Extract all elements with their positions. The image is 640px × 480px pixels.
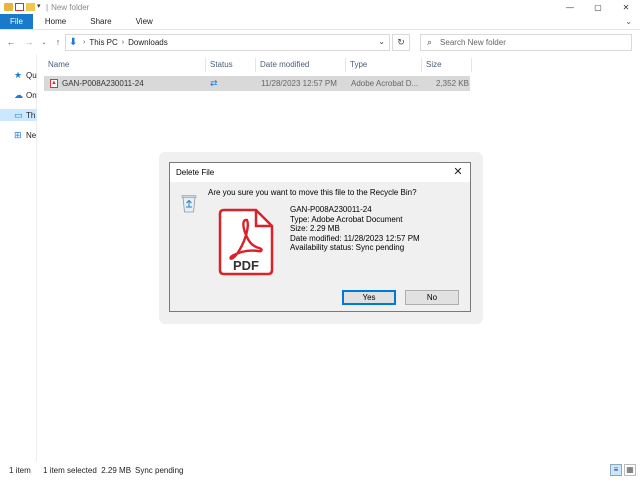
dialog-title: Delete File xyxy=(176,168,215,177)
properties-icon[interactable] xyxy=(15,3,24,11)
ribbon-tabs: File Home Share View ⌄ xyxy=(0,14,640,30)
expand-ribbon-icon[interactable]: ⌄ xyxy=(625,17,632,26)
nav-item-quick-access[interactable]: ★ Qu xyxy=(14,69,37,81)
details-view-icon[interactable]: ≡ xyxy=(610,464,622,476)
tab-share[interactable]: Share xyxy=(78,14,123,29)
no-button[interactable]: No xyxy=(405,290,459,305)
selection-info: 1 item selected 2.29 MB xyxy=(43,466,132,475)
sync-status: Sync pending xyxy=(135,466,184,475)
chevron-down-icon[interactable]: ⌄ xyxy=(378,37,385,46)
breadcrumb-downloads[interactable]: Downloads xyxy=(128,38,168,47)
detail-availability: Availability status: Sync pending xyxy=(290,243,405,253)
yes-button[interactable]: Yes xyxy=(342,290,396,305)
nav-item-label: Qu xyxy=(26,70,37,80)
arrow-left-icon: ← xyxy=(6,37,16,47)
detail-file-name: GAN-P008A230011-24 xyxy=(290,205,372,214)
tab-file[interactable]: File xyxy=(0,14,33,29)
breadcrumb-separator[interactable]: › xyxy=(122,39,124,46)
recent-locations-button[interactable]: ⌄ xyxy=(37,35,51,49)
window-controls: — ▢ ✕ xyxy=(556,0,640,14)
dialog-title-bar: Delete File ✕ xyxy=(170,163,470,182)
close-button[interactable]: ✕ xyxy=(612,0,640,14)
list-header: Name Status Date modified Type Size xyxy=(44,58,474,72)
nav-item-label: Th xyxy=(26,110,36,120)
customize-toolbar-icon[interactable]: ▾ xyxy=(37,3,43,11)
downloads-icon: ⬇ xyxy=(69,36,78,48)
title-separator: | xyxy=(46,2,49,12)
chevron-down-icon: ⌄ xyxy=(41,39,47,46)
arrow-up-icon: ↑ xyxy=(55,37,61,47)
dialog-close-button[interactable]: ✕ xyxy=(450,165,466,179)
title-bar: ▾ | New folder — ▢ ✕ xyxy=(0,0,640,14)
nav-item-label: On xyxy=(26,90,37,100)
breadcrumb-separator[interactable]: › xyxy=(83,39,85,46)
column-type[interactable]: Type xyxy=(346,58,422,72)
tab-home[interactable]: Home xyxy=(33,14,78,29)
tab-view[interactable]: View xyxy=(124,14,165,29)
nav-item-this-pc[interactable]: ▭ Th xyxy=(0,109,37,121)
search-icon: ⌕ xyxy=(427,37,433,47)
large-icons-view-icon[interactable]: ▦ xyxy=(624,464,636,476)
sync-icon: ⇄ xyxy=(210,78,218,88)
dialog-question: Are you sure you want to move this file … xyxy=(208,188,417,197)
quick-access-toolbar: ▾ xyxy=(0,3,43,11)
detail-type: Type: Adobe Acrobat Document xyxy=(290,214,403,224)
maximize-button[interactable]: ▢ xyxy=(584,0,612,14)
file-name: GAN-P008A230011-24 xyxy=(62,79,144,88)
detail-size: Size: 2.29 MB xyxy=(290,224,340,234)
file-size: 2,352 KB xyxy=(436,79,469,88)
column-name[interactable]: Name xyxy=(44,58,206,72)
file-date: 11/28/2023 12:57 PM xyxy=(261,79,337,88)
status-bar: 1 item 1 item selected 2.29 MB Sync pend… xyxy=(0,462,640,480)
table-row[interactable]: ▲ GAN-P008A230011-24 ⇄ 11/28/2023 12:57 … xyxy=(44,76,470,91)
close-icon: ✕ xyxy=(453,166,463,178)
detail-date-modified: Date modified: 11/28/2023 12:57 PM xyxy=(290,233,420,243)
navigation-pane: ★ Qu ☁ On ▭ Th ⊞ Ne xyxy=(0,54,37,462)
refresh-icon: ↻ xyxy=(397,37,405,47)
recycle-bin-icon xyxy=(181,195,197,213)
pdf-document-icon: PDF xyxy=(218,208,274,276)
breadcrumb-this-pc[interactable]: This PC xyxy=(89,38,117,47)
delete-file-dialog: Delete File ✕ Are you sure you want to m… xyxy=(169,162,471,312)
nav-item-onedrive[interactable]: ☁ On xyxy=(14,89,37,101)
up-button[interactable]: ↑ xyxy=(51,35,65,49)
search-placeholder: Search New folder xyxy=(440,38,506,47)
computer-icon: ▭ xyxy=(14,109,23,120)
cloud-icon: ☁ xyxy=(14,89,23,100)
nav-item-label: Ne xyxy=(26,130,37,140)
column-date-modified[interactable]: Date modified xyxy=(256,58,346,72)
file-details: GAN-P008A230011-24 Type: Adobe Acrobat D… xyxy=(290,205,420,253)
forward-button[interactable]: → xyxy=(22,35,36,49)
arrow-right-icon: → xyxy=(24,37,34,47)
file-type: Adobe Acrobat D... xyxy=(351,79,419,88)
pdf-file-icon: ▲ xyxy=(50,79,58,88)
nav-item-network[interactable]: ⊞ Ne xyxy=(14,129,36,141)
window-title: New folder xyxy=(51,2,90,12)
address-bar[interactable]: ⬇ › This PC › Downloads ⌄ xyxy=(65,34,390,51)
refresh-button[interactable]: ↻ xyxy=(392,34,410,51)
folder-icon[interactable] xyxy=(4,3,13,11)
back-button[interactable]: ← xyxy=(4,35,18,49)
address-row: ← → ⌄ ↑ ⬇ › This PC › Downloads ⌄ ↻ ⌕ Se… xyxy=(0,31,640,53)
network-icon: ⊞ xyxy=(14,129,22,140)
view-toggle: ≡ ▦ xyxy=(610,464,636,476)
search-input[interactable]: ⌕ Search New folder xyxy=(420,34,632,51)
pdf-label: PDF xyxy=(233,258,259,273)
item-count: 1 item xyxy=(9,466,31,475)
minimize-button[interactable]: — xyxy=(556,0,584,14)
star-icon: ★ xyxy=(14,69,23,80)
new-folder-icon[interactable] xyxy=(26,3,35,11)
column-size[interactable]: Size xyxy=(422,58,472,72)
column-status[interactable]: Status xyxy=(206,58,256,72)
